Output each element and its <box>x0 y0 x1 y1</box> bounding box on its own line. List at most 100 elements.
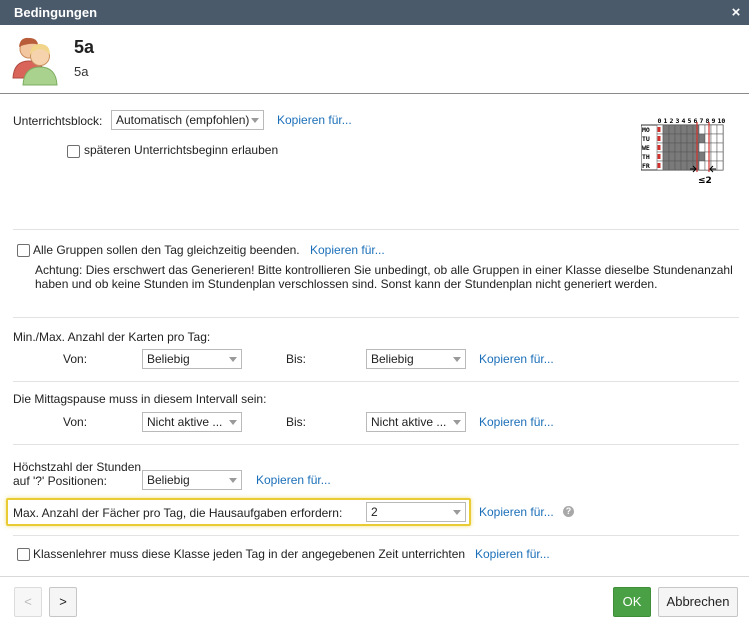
class-teacher-checkbox[interactable] <box>17 548 30 561</box>
help-icon[interactable]: ? <box>563 506 574 517</box>
max-question-copy-link[interactable]: Kopieren für... <box>256 473 331 487</box>
schedule-cell <box>710 151 718 162</box>
cards-from-label: Von: <box>63 352 88 366</box>
schedule-hour-label: 5 <box>688 117 692 125</box>
lunch-break-label: Die Mittagspause muss in diesem Interval… <box>13 392 267 406</box>
homework-select[interactable]: 2 <box>366 502 466 522</box>
schedule-cell <box>668 133 676 144</box>
schedule-day-label: WE <box>642 144 650 152</box>
schedule-cell <box>680 133 688 144</box>
schedule-cell <box>680 142 688 153</box>
lunch-from-value: Nicht aktive ... <box>147 415 223 429</box>
section-divider <box>13 444 739 445</box>
schedule-cell <box>716 151 724 162</box>
schedule-day-label: FR <box>642 162 650 170</box>
schedule-cell <box>710 142 718 153</box>
schedule-cell <box>704 142 712 153</box>
schedule-cell <box>680 124 688 135</box>
cancel-button[interactable]: Abbrechen <box>658 587 738 617</box>
section-divider <box>13 535 739 536</box>
section-divider <box>13 317 739 318</box>
schedule-cell <box>674 151 682 162</box>
schedule-cell <box>674 160 682 171</box>
schedule-start-mark <box>657 127 661 132</box>
schedule-start-mark <box>657 145 661 150</box>
schedule-day-labels: MOTUWETHFR <box>642 126 650 170</box>
schedule-cell <box>674 133 682 144</box>
homework-value: 2 <box>371 505 378 519</box>
max-question-select[interactable]: Beliebig <box>142 470 242 490</box>
schedule-cell <box>710 133 718 144</box>
schedule-cell <box>686 124 694 135</box>
cards-from-value: Beliebig <box>147 352 190 366</box>
chevron-down-icon <box>453 420 461 425</box>
schedule-cell <box>662 151 670 162</box>
schedule-cell <box>686 151 694 162</box>
class-avatar-icon <box>12 37 58 86</box>
schedule-cell <box>704 151 712 162</box>
schedule-cell <box>698 142 706 153</box>
schedule-hour-label: 3 <box>676 117 680 125</box>
homework-label: Max. Anzahl der Fächer pro Tag, die Haus… <box>13 506 343 520</box>
lunch-to-value: Nicht aktive ... <box>371 415 447 429</box>
schedule-cell <box>698 151 706 162</box>
block-copy-link[interactable]: Kopieren für... <box>277 113 352 127</box>
groups-end-copy-link[interactable]: Kopieren für... <box>310 243 385 257</box>
section-divider <box>13 381 739 382</box>
lunch-copy-link[interactable]: Kopieren für... <box>479 415 554 429</box>
schedule-hour-labels: 0 1 2 3 4 5 6 7 8 9 10 <box>658 117 726 125</box>
prev-button[interactable]: < <box>14 587 42 617</box>
chevron-down-icon <box>229 420 237 425</box>
lunch-from-label: Von: <box>63 415 88 429</box>
class-title: 5a <box>74 37 95 57</box>
close-icon[interactable]: × <box>729 0 743 25</box>
class-teacher-copy-link[interactable]: Kopieren für... <box>475 547 550 561</box>
homework-copy-link[interactable]: Kopieren für... <box>479 505 554 519</box>
schedule-cells <box>641 124 724 171</box>
cards-copy-link[interactable]: Kopieren für... <box>479 352 554 366</box>
class-teacher-label: Klassenlehrer muss diese Klasse jeden Ta… <box>33 547 466 561</box>
schedule-start-mark <box>657 136 661 141</box>
schedule-grid-icon: 0 1 2 3 4 5 6 7 8 9 10 MOTUWETHFR ≤2 <box>641 117 726 186</box>
ok-button[interactable]: OK <box>613 587 651 617</box>
schedule-cell <box>710 124 718 135</box>
lunch-from-select[interactable]: Nicht aktive ... <box>142 412 242 432</box>
schedule-day-label: MO <box>642 126 650 134</box>
schedule-cell <box>692 133 700 144</box>
schedule-hour-label: 2 <box>670 117 674 125</box>
schedule-cell <box>674 124 682 135</box>
schedule-day-label: TU <box>642 135 650 143</box>
chevron-down-icon <box>453 510 461 515</box>
schedule-cell <box>668 124 676 135</box>
schedule-hour-label: 9 <box>712 117 716 125</box>
schedule-hour-label: 7 <box>700 117 704 125</box>
dialog-title: Bedingungen <box>14 5 98 20</box>
schedule-cell <box>668 160 676 171</box>
block-label: Unterrichtsblock: <box>13 114 103 128</box>
schedule-cell <box>668 142 676 153</box>
max-question-value: Beliebig <box>147 473 190 487</box>
cards-to-label: Bis: <box>286 352 307 366</box>
groups-end-warning: Achtung: Dies erschwert das Generieren! … <box>35 263 733 291</box>
schedule-cell <box>686 133 694 144</box>
schedule-cell <box>716 133 724 144</box>
groups-end-checkbox[interactable] <box>17 244 30 257</box>
schedule-start-mark <box>657 163 661 168</box>
next-button[interactable]: > <box>49 587 77 617</box>
schedule-start-mark <box>657 154 661 159</box>
schedule-cell <box>698 133 706 144</box>
schedule-cell <box>698 124 706 135</box>
schedule-hour-label: 4 <box>682 117 686 125</box>
cards-from-select[interactable]: Beliebig <box>142 349 242 369</box>
lunch-to-label: Bis: <box>286 415 307 429</box>
schedule-cell <box>680 151 688 162</box>
cards-to-select[interactable]: Beliebig <box>366 349 466 369</box>
schedule-cell <box>686 142 694 153</box>
schedule-cell <box>692 124 700 135</box>
lunch-to-select[interactable]: Nicht aktive ... <box>366 412 466 432</box>
chevron-down-icon <box>251 118 259 123</box>
late-start-checkbox[interactable] <box>67 145 80 158</box>
block-select[interactable]: Automatisch (empfohlen) <box>111 110 264 130</box>
header-divider <box>0 93 749 94</box>
schedule-note: ≤2 <box>698 176 712 186</box>
